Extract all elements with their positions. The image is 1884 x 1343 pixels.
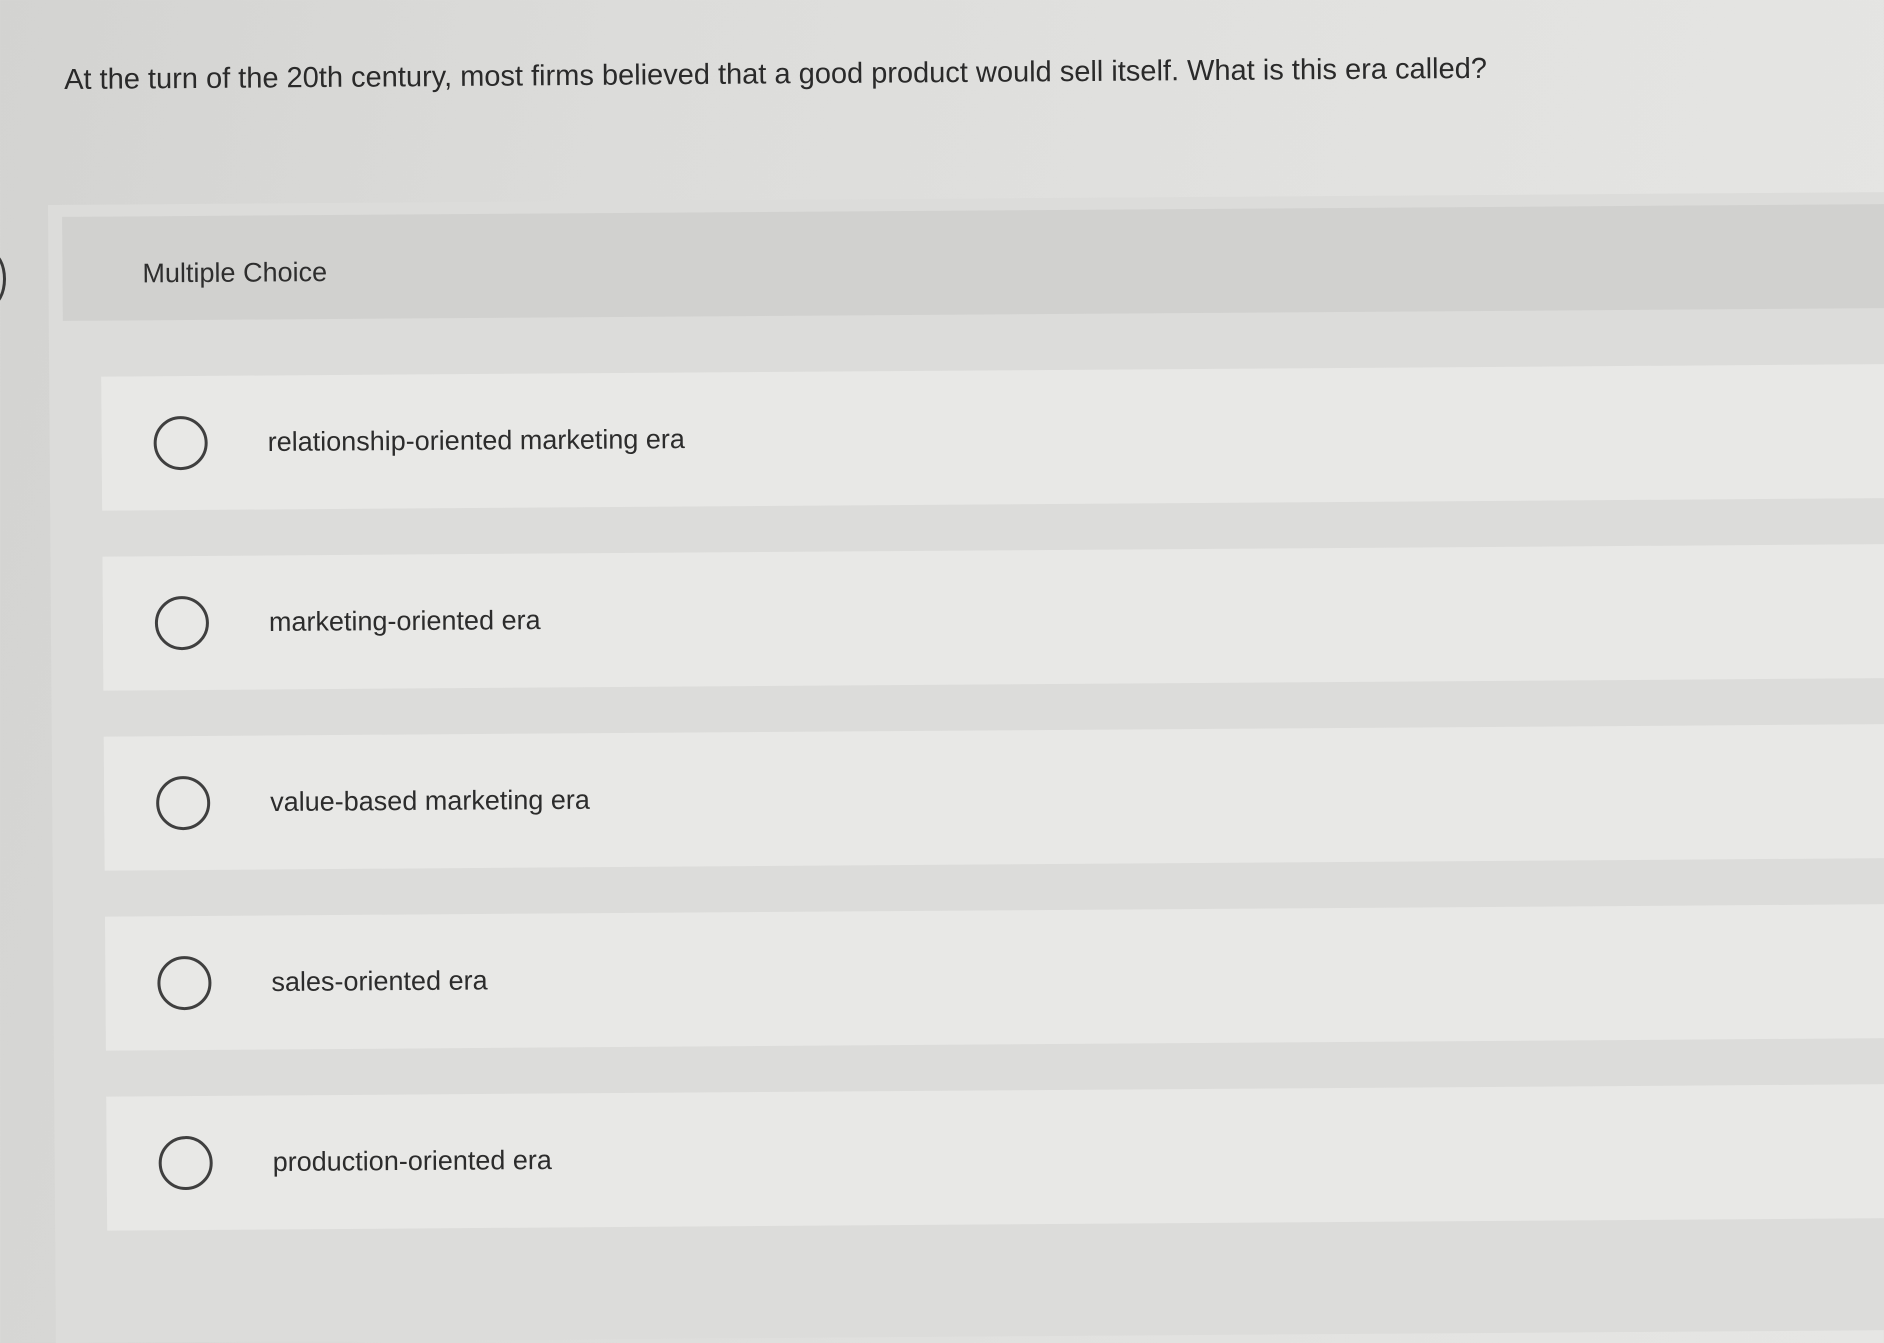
answer-option-label[interactable]: relationship-oriented marketing era (268, 424, 685, 458)
radio-button-icon[interactable] (155, 775, 211, 831)
answer-option[interactable]: value-based marketing era (103, 724, 1884, 871)
radio-button-icon[interactable] (154, 595, 210, 651)
multiple-choice-panel: Multiple Choice relationship-oriented ma… (48, 192, 1884, 1343)
panel-title: Multiple Choice (142, 257, 328, 289)
panel-header: Multiple Choice (62, 204, 1884, 321)
answer-option[interactable]: relationship-oriented marketing era (101, 364, 1884, 511)
partial-sidebar-icon (0, 252, 6, 306)
answer-option[interactable]: sales-oriented era (104, 904, 1884, 1051)
radio-button-icon[interactable] (153, 415, 208, 471)
answer-option-label[interactable]: marketing-oriented era (269, 605, 541, 638)
answer-options: relationship-oriented marketing era mark… (101, 364, 1884, 1276)
answer-option-label[interactable]: value-based marketing era (270, 785, 590, 818)
radio-button-icon[interactable] (157, 955, 212, 1011)
radio-button-icon[interactable] (158, 1135, 213, 1191)
question-text: At the turn of the 20th century, most fi… (64, 52, 1488, 96)
answer-option[interactable]: production-oriented era (106, 1084, 1884, 1231)
answer-option-label[interactable]: production-oriented era (273, 1145, 552, 1178)
answer-option-label[interactable]: sales-oriented era (271, 965, 487, 998)
answer-option[interactable]: marketing-oriented era (102, 544, 1884, 691)
